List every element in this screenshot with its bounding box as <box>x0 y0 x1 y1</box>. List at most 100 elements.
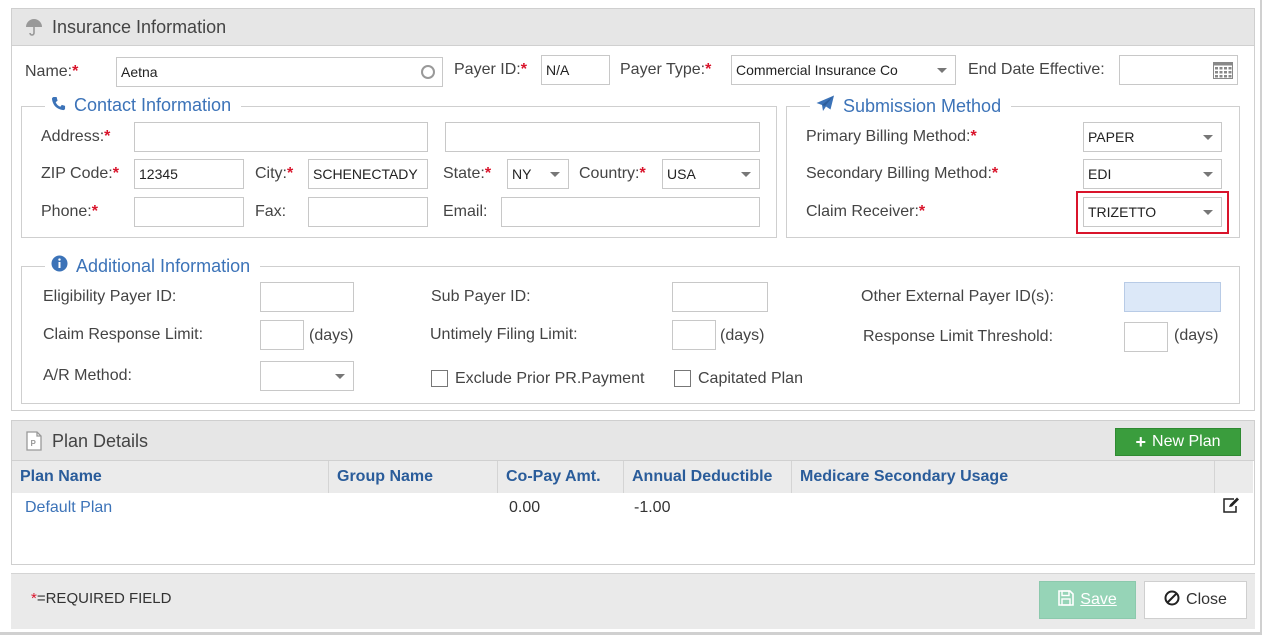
chevron-down-icon <box>741 172 751 177</box>
info-circle-icon <box>51 255 68 277</box>
payer-id-field[interactable]: N/A <box>541 55 610 85</box>
copay-cell: 0.00 <box>509 499 541 516</box>
untimely-days-label: (days) <box>720 327 765 344</box>
payer-id-value: N/A <box>546 62 570 78</box>
additional-legend-text: Additional Information <box>76 255 251 276</box>
threshold-days-label: (days) <box>1174 327 1219 344</box>
address-line2-field[interactable] <box>445 122 760 152</box>
other-external-payer-label: Other External Payer ID(s): <box>861 288 1054 305</box>
eligibility-payer-id-field[interactable] <box>260 282 354 312</box>
claim-response-limit-field[interactable] <box>260 320 304 350</box>
new-plan-label: New Plan <box>1152 433 1221 450</box>
clear-circle-icon[interactable] <box>421 65 435 79</box>
submission-legend: Submission Method <box>810 95 1012 117</box>
floppy-disk-icon <box>1058 589 1075 611</box>
contact-legend-text: Contact Information <box>74 95 232 115</box>
address-label: Address:* <box>41 128 111 145</box>
contact-legend: Contact Information <box>45 95 242 116</box>
zip-field[interactable]: 12345 <box>134 159 244 189</box>
chevron-down-icon <box>550 172 560 177</box>
chevron-down-icon <box>1203 135 1213 140</box>
phone-icon <box>51 95 66 116</box>
country-value: USA <box>667 166 696 182</box>
document-icon: P <box>26 431 42 455</box>
column-header-actions <box>1214 461 1254 493</box>
save-button[interactable]: Save <box>1039 581 1136 619</box>
column-header-copay[interactable]: Co-Pay Amt. <box>497 461 624 493</box>
column-header-plan-name[interactable]: Plan Name <box>12 461 329 493</box>
zip-value: 12345 <box>139 166 178 182</box>
close-label: Close <box>1186 591 1227 608</box>
close-button[interactable]: Close <box>1144 581 1247 619</box>
plans-table-header: Plan Name Group Name Co-Pay Amt. Annual … <box>12 461 1254 493</box>
primary-billing-value: PAPER <box>1088 129 1135 145</box>
save-label: Save <box>1080 591 1117 608</box>
name-field[interactable]: Aetna <box>116 57 443 87</box>
claim-receiver-label: Claim Receiver:* <box>806 203 926 220</box>
claim-receiver-select[interactable]: TRIZETTO <box>1083 197 1222 227</box>
response-limit-threshold-label: Response Limit Threshold: <box>863 328 1054 345</box>
insurance-panel-header: Insurance Information <box>12 9 1254 46</box>
untimely-filing-limit-field[interactable] <box>672 320 716 350</box>
other-external-payer-field[interactable] <box>1124 282 1221 312</box>
table-row: Default Plan 0.00 -1.00 <box>12 493 1254 523</box>
city-label: City:* <box>255 165 294 182</box>
country-label: Country:* <box>579 165 646 182</box>
column-header-deductible[interactable]: Annual Deductible <box>623 461 792 493</box>
zip-label: ZIP Code:* <box>41 165 119 182</box>
email-label: Email: <box>443 203 488 220</box>
primary-billing-select[interactable]: PAPER <box>1083 122 1222 152</box>
city-field[interactable]: SCHENECTADY <box>308 159 428 189</box>
fax-label: Fax: <box>255 203 287 220</box>
state-label: State:* <box>443 165 492 182</box>
exclude-prior-payment-label: Exclude Prior PR.Payment <box>455 370 645 387</box>
sub-payer-id-field[interactable] <box>672 282 768 312</box>
claim-receiver-value: TRIZETTO <box>1088 204 1157 220</box>
payer-type-label: Payer Type:* <box>620 61 712 78</box>
calendar-icon[interactable] <box>1213 62 1233 82</box>
phone-label: Phone:* <box>41 203 98 220</box>
plan-details-title: Plan Details <box>52 431 149 451</box>
address-line1-field[interactable] <box>134 122 428 152</box>
phone-field[interactable] <box>134 197 244 227</box>
email-field[interactable] <box>501 197 760 227</box>
untimely-filing-limit-label: Untimely Filing Limit: <box>430 326 578 343</box>
required-field-note: *=REQUIRED FIELD <box>31 590 172 607</box>
chevron-down-icon <box>1203 210 1213 215</box>
claim-response-days-label: (days) <box>309 327 354 344</box>
new-plan-button[interactable]: + New Plan <box>1115 428 1241 456</box>
capitated-plan-checkbox[interactable] <box>674 370 691 387</box>
column-header-medicare[interactable]: Medicare Secondary Usage <box>791 461 1215 493</box>
payer-type-value: Commercial Insurance Co <box>736 62 898 78</box>
additional-legend: Additional Information <box>45 255 261 277</box>
fax-field[interactable] <box>308 197 428 227</box>
state-select[interactable]: NY <box>507 159 569 189</box>
ar-method-select[interactable] <box>260 361 354 391</box>
response-limit-threshold-field[interactable] <box>1124 322 1168 352</box>
secondary-billing-value: EDI <box>1088 166 1112 182</box>
payer-id-label: Payer ID:* <box>454 61 527 78</box>
payer-type-select[interactable]: Commercial Insurance Co <box>731 55 956 85</box>
ar-method-label: A/R Method: <box>43 367 132 384</box>
column-header-group-name[interactable]: Group Name <box>328 461 498 493</box>
capitated-plan-label: Capitated Plan <box>698 370 803 387</box>
country-select[interactable]: USA <box>662 159 760 189</box>
deductible-cell: -1.00 <box>634 499 671 516</box>
edit-icon[interactable] <box>1222 497 1240 517</box>
primary-billing-label: Primary Billing Method:* <box>806 128 977 145</box>
chevron-down-icon <box>1203 172 1213 177</box>
submission-legend-text: Submission Method <box>843 95 1002 116</box>
svg-text:P: P <box>31 439 37 448</box>
plan-details-header: P Plan Details + New Plan <box>12 421 1254 461</box>
secondary-billing-select[interactable]: EDI <box>1083 159 1222 189</box>
plan-name-link[interactable]: Default Plan <box>25 499 112 517</box>
exclude-prior-payment-checkbox[interactable] <box>431 370 448 387</box>
sub-payer-id-label: Sub Payer ID: <box>431 288 531 305</box>
end-date-field[interactable] <box>1119 55 1238 85</box>
ban-circle-icon <box>1164 590 1180 611</box>
end-date-label: End Date Effective: <box>968 61 1105 78</box>
secondary-billing-label: Secondary Billing Method:* <box>806 165 999 182</box>
city-value: SCHENECTADY <box>313 166 418 182</box>
chevron-down-icon <box>335 374 345 379</box>
name-label: Name:* <box>25 63 79 80</box>
